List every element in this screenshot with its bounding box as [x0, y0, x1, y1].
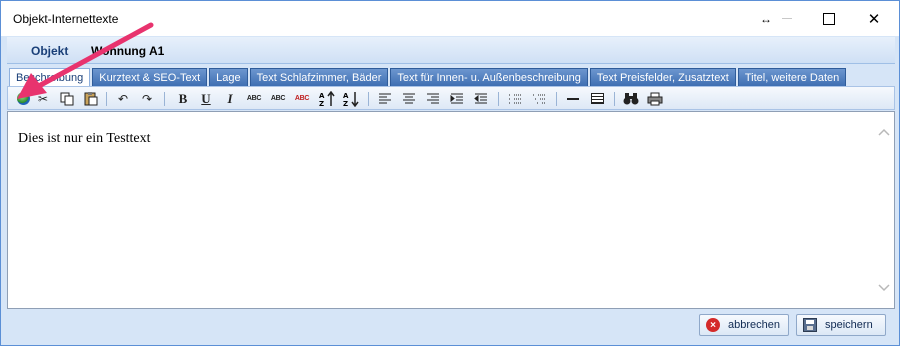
toolbar-separator: [498, 92, 499, 106]
bold-icon[interactable]: B: [174, 90, 192, 107]
tab-strip: Beschreibung Kurztext & SEO-Text Lage Te…: [9, 68, 848, 87]
copy-icon[interactable]: [58, 90, 76, 107]
outdent-icon[interactable]: [472, 90, 490, 107]
sort-descending-icon[interactable]: AZ: [342, 90, 360, 107]
paste-icon[interactable]: [82, 90, 100, 107]
undo-icon[interactable]: ↶: [114, 90, 132, 107]
toolbar-separator: [614, 92, 615, 106]
scroll-up-icon[interactable]: [878, 128, 890, 138]
resize-icon[interactable]: ↔: [758, 1, 774, 36]
title-bar[interactable]: Objekt-Internettexte ↔ ✕: [1, 1, 899, 36]
editor-content[interactable]: Dies ist nur ein Testtext: [18, 131, 151, 147]
tab-beschreibung[interactable]: Beschreibung: [9, 68, 91, 87]
cancel-button[interactable]: × abbrechen: [699, 314, 789, 336]
tab-innen-aussen[interactable]: Text für Innen- u. Außenbeschreibung: [390, 68, 588, 86]
align-left-icon[interactable]: [376, 90, 394, 107]
numbered-list-icon[interactable]: [530, 90, 548, 107]
close-button[interactable]: ✕: [863, 1, 885, 36]
cancel-button-label: abbrechen: [728, 319, 780, 331]
save-button[interactable]: speichern: [796, 314, 886, 336]
redo-icon[interactable]: ↷: [138, 90, 156, 107]
svg-text:A: A: [343, 92, 349, 100]
dialog-window: Objekt-Internettexte ↔ ✕ Objekt Wohnung …: [0, 0, 900, 346]
text-editor[interactable]: Dies ist nur ein Testtext: [7, 111, 895, 309]
toolbar-separator: [164, 92, 165, 106]
strikethrough-icon[interactable]: ABC: [245, 90, 263, 107]
window-title: Objekt-Internettexte: [13, 12, 119, 26]
sort-ascending-icon[interactable]: AZ: [318, 90, 336, 107]
align-center-icon[interactable]: [400, 90, 418, 107]
object-header: Objekt Wohnung A1: [7, 37, 895, 64]
tab-kurztext-seo[interactable]: Kurztext & SEO-Text: [92, 68, 208, 86]
save-button-label: speichern: [825, 319, 873, 331]
editor-toolbar: ✂ ↶ ↷ B U I ABC ABC ABC AZ AZ: [7, 86, 895, 110]
scroll-down-icon[interactable]: [878, 284, 890, 294]
cut-icon[interactable]: ✂: [34, 90, 52, 107]
find-icon[interactable]: [622, 90, 640, 107]
italic-icon[interactable]: I: [221, 90, 239, 107]
print-icon[interactable]: [646, 90, 664, 107]
object-label: Objekt: [31, 44, 69, 58]
align-right-icon[interactable]: [424, 90, 442, 107]
svg-text:Z: Z: [319, 100, 324, 107]
tab-titel-weitere-daten[interactable]: Titel, weitere Daten: [737, 68, 847, 86]
small-caps-icon[interactable]: ABC: [269, 90, 287, 107]
cancel-icon: ×: [706, 318, 720, 332]
indent-icon[interactable]: [448, 90, 466, 107]
toolbar-separator: [106, 92, 107, 106]
toolbar-separator: [556, 92, 557, 106]
table-icon[interactable]: [588, 90, 606, 107]
svg-text:A: A: [319, 92, 325, 100]
svg-text:Z: Z: [343, 100, 348, 107]
globe-icon[interactable]: [14, 90, 32, 107]
horizontal-rule-icon[interactable]: [564, 90, 582, 107]
minimize-button[interactable]: [777, 1, 797, 36]
tab-schlafzimmer-baeder[interactable]: Text Schlafzimmer, Bäder: [249, 68, 389, 86]
save-icon: [803, 318, 817, 332]
toolbar-separator: [368, 92, 369, 106]
underline-icon[interactable]: U: [197, 90, 215, 107]
maximize-button[interactable]: [819, 1, 839, 36]
text-color-icon[interactable]: ABC: [293, 90, 311, 107]
dialog-footer: × abbrechen speichern: [1, 311, 899, 345]
object-name: Wohnung A1: [91, 44, 165, 58]
bullet-list-icon[interactable]: [506, 90, 524, 107]
tab-preisfelder[interactable]: Text Preisfelder, Zusatztext: [589, 68, 736, 86]
tab-lage[interactable]: Lage: [209, 68, 248, 86]
